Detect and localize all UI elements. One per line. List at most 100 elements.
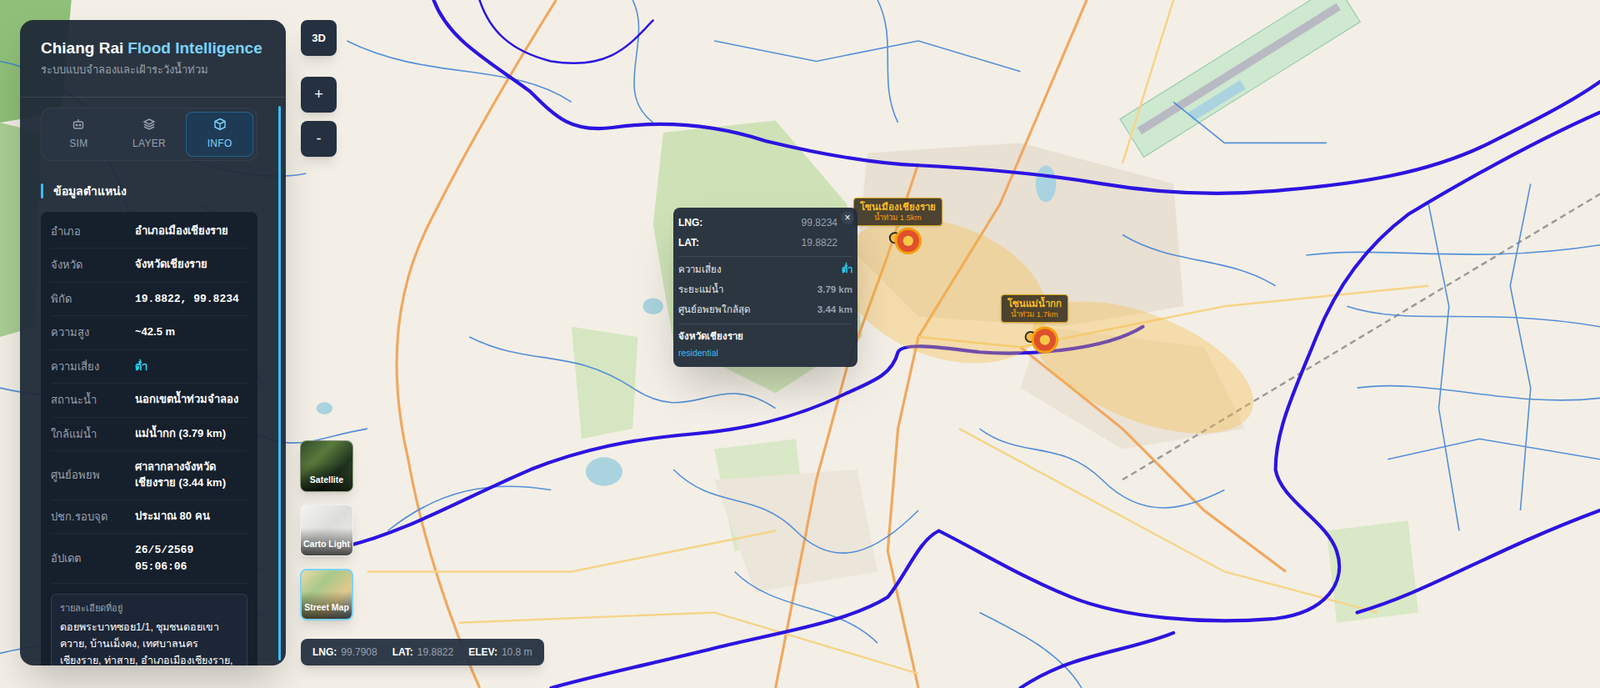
tab-label: INFO bbox=[207, 135, 233, 151]
info-value: ศาลากลางจังหวัดเชียงราย (3.44 km) bbox=[135, 459, 248, 491]
airport bbox=[1120, 0, 1360, 157]
zoom-in-button[interactable]: + bbox=[300, 76, 337, 113]
tab-bar: SIM LAYER INFO bbox=[40, 107, 258, 161]
popup-label: LNG: bbox=[678, 215, 703, 230]
map-controls: 3D + - bbox=[300, 20, 337, 157]
info-label: ความสูง bbox=[50, 324, 135, 341]
basemap-option[interactable]: Satellite bbox=[300, 440, 354, 492]
zone-name: โซนแม่น้ำกก bbox=[1007, 297, 1062, 310]
tab[interactable]: INFO bbox=[185, 111, 254, 157]
layers-icon bbox=[142, 117, 156, 131]
info-row: จังหวัดจังหวัดเชียงราย bbox=[50, 248, 248, 283]
popup-label: LAT: bbox=[678, 235, 700, 250]
side-panel: Chiang RaiFlood Intelligence ระบบแบบจำลอ… bbox=[20, 20, 286, 665]
zone-detail: น้ำท่วม 1.7km bbox=[1007, 309, 1062, 320]
section-accent bbox=[40, 183, 44, 199]
title-text: Chiang Rai bbox=[40, 38, 124, 59]
info-label: ความเสี่ยง bbox=[50, 358, 135, 375]
popup-label: ศูนย์อพยพใกล้สุด bbox=[678, 302, 750, 317]
panel-body: SIM LAYER INFO ข้อมูลตำแหน่ง อำเภออำเภอเมื… bbox=[20, 97, 286, 666]
basemap-caption: Carto Light bbox=[300, 527, 353, 555]
status-label: LAT: bbox=[392, 644, 414, 660]
popup-row: LNG:99.8234 bbox=[678, 212, 838, 233]
info-row: พิกัด19.8822, 99.8234 bbox=[50, 282, 248, 317]
basemap-label: Satellite bbox=[310, 474, 344, 485]
info-label: ใกล้แม่น้ำ bbox=[50, 425, 135, 443]
tab[interactable]: LAYER bbox=[115, 111, 184, 157]
tab-label: SIM bbox=[69, 135, 88, 151]
popup-label: ระยะแม่น้ำ bbox=[678, 282, 724, 297]
info-label: ปชก.รอบจุด bbox=[50, 508, 135, 525]
popup-coords: LNG:99.8234 LAT: 19.8822 bbox=[678, 212, 853, 257]
info-label: พิกัด bbox=[50, 290, 135, 308]
popup-value: ต่ำ bbox=[841, 262, 853, 277]
popup-row: LAT: 19.8822 bbox=[678, 232, 838, 253]
3d-button[interactable]: 3D bbox=[300, 20, 337, 56]
address-label: รายละเอียดที่อยู่ bbox=[60, 600, 239, 615]
popup-value: 3.44 km bbox=[817, 302, 853, 317]
info-row: ความเสี่ยงต่ำ bbox=[50, 350, 248, 385]
info-rows: อำเภออำเภอเมืองเชียงรายจังหวัดจังหวัดเชี… bbox=[50, 215, 248, 585]
location-popup: ×LNG:99.8234LAT:19.8822ความเสี่ยงต่ำระยะ… bbox=[673, 207, 858, 367]
address-box: รายละเอียดที่อยู่ ดอยพระบาทซอย1/1, ชุมชน… bbox=[50, 593, 248, 665]
info-row: ศูนย์อพยพศาลากลางจังหวัดเชียงราย (3.44 k… bbox=[50, 450, 248, 500]
status-value: 10.8 m bbox=[501, 644, 533, 660]
tab-label: LAYER bbox=[132, 135, 166, 151]
info-value: จังหวัดเชียงราย bbox=[135, 256, 248, 273]
basemap-caption: Street Map bbox=[301, 590, 352, 619]
section-title: ข้อมูลตำแหน่ง bbox=[53, 182, 127, 200]
popup-row: ระยะแม่น้ำ 3.79 km bbox=[678, 280, 853, 300]
info-value: นอกเขตน้ำท่วมจำลอง bbox=[135, 391, 248, 408]
status-value: 99.7908 bbox=[340, 644, 377, 660]
basemap-option[interactable]: Street Map bbox=[300, 568, 354, 620]
secondary-roads bbox=[367, 0, 1429, 674]
app: โซนเมืองเชียงรายน้ำท่วม 1.5km โซนแม่น้ำกก… bbox=[0, 0, 1600, 688]
status-value: 19.8822 bbox=[417, 644, 454, 660]
zone-name: โซนเมืองเชียงราย bbox=[860, 200, 936, 213]
basemap-switcher: Satellite Carto Light Street Map bbox=[300, 440, 354, 620]
rivers bbox=[346, 0, 1600, 688]
info-row: สถานะน้ำนอกเขตน้ำท่วมจำลอง bbox=[50, 383, 248, 418]
zone-markers[interactable] bbox=[890, 228, 1058, 352]
zoom-out-button[interactable]: - bbox=[300, 120, 337, 157]
app-title: Chiang RaiFlood Intelligence bbox=[40, 38, 265, 59]
section-heading: ข้อมูลตำแหน่ง bbox=[40, 182, 258, 200]
info-row: อำเภออำเภอเมืองเชียงราย bbox=[50, 215, 248, 250]
zone-label[interactable]: โซนเมืองเชียงรายน้ำท่วม 1.5km bbox=[853, 197, 943, 226]
address-text: ดอยพระบาทซอย1/1, ชุมชนดอยเขาควาย, บ้านเม… bbox=[60, 618, 239, 665]
robot-icon bbox=[71, 117, 85, 131]
cube-icon bbox=[213, 117, 227, 131]
status-item: ELEV:10.8 m bbox=[468, 644, 532, 660]
popup-province: จังหวัดเชียงราย bbox=[678, 329, 853, 344]
close-button[interactable]: × bbox=[840, 210, 855, 225]
info-value: ต่ำ bbox=[135, 358, 248, 375]
info-label: จังหวัด bbox=[50, 256, 135, 274]
info-row: ความสูง~42.5 m bbox=[50, 315, 248, 350]
tab[interactable]: SIM bbox=[45, 111, 113, 157]
info-card: อำเภออำเภอเมืองเชียงรายจังหวัดจังหวัดเชี… bbox=[40, 211, 258, 666]
main-roads bbox=[396, 0, 1286, 688]
info-value: แม่น้ำกก (3.79 km) bbox=[135, 425, 248, 442]
status-item: LNG:99.7908 bbox=[312, 644, 378, 660]
info-label: อัปเดต bbox=[50, 550, 135, 567]
zone-label[interactable]: โซนแม่น้ำกกน้ำท่วม 1.7km bbox=[1000, 294, 1069, 323]
info-label: อำเภอ bbox=[50, 223, 135, 240]
popup-value: 3.79 km bbox=[817, 282, 853, 297]
basemap-option[interactable]: Carto Light bbox=[300, 504, 354, 556]
info-row: ปชก.รอบจุดประมาณ 80 คน bbox=[50, 500, 248, 535]
info-label: ศูนย์อพยพ bbox=[50, 466, 135, 484]
subtitle: ระบบแบบจำลองและเฝ้าระวังน้ำท่วม bbox=[40, 61, 265, 79]
panel-header: Chiang RaiFlood Intelligence ระบบแบบจำลอ… bbox=[20, 20, 286, 98]
popup-row: ศูนย์อพยพใกล้สุด 3.44 km bbox=[678, 300, 853, 320]
scrollbar[interactable] bbox=[278, 105, 281, 661]
basemap-label: Street Map bbox=[304, 601, 350, 612]
basemap-caption: Satellite bbox=[300, 463, 353, 491]
title-highlight: Flood Intelligence bbox=[127, 38, 263, 59]
status-item: LAT:19.8822 bbox=[392, 644, 455, 660]
info-value: อำเภอเมืองเชียงราย bbox=[135, 223, 248, 240]
status-bar: LNG:99.7908 LAT:19.8822 ELEV:10.8 m bbox=[300, 638, 545, 665]
flood-zones bbox=[820, 191, 1272, 460]
info-row: ใกล้แม่น้ำแม่น้ำกก (3.79 km) bbox=[50, 417, 248, 452]
info-label: สถานะน้ำ bbox=[50, 391, 135, 409]
popup-value: 19.8822 bbox=[801, 235, 838, 250]
